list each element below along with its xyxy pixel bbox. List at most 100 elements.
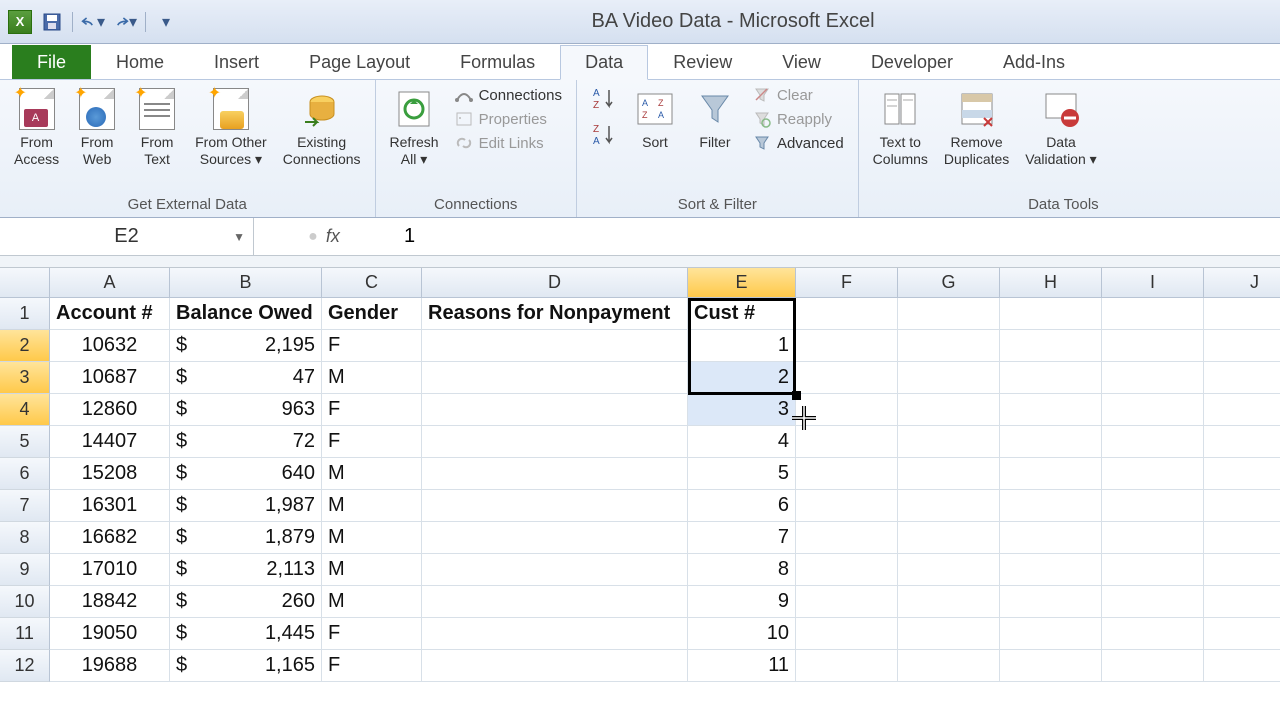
cell-D7[interactable] (422, 490, 688, 522)
sort-desc-button[interactable]: ZA (585, 120, 623, 150)
cell-H2[interactable] (1000, 330, 1102, 362)
cell-E9[interactable]: 8 (688, 554, 796, 586)
col-header-I[interactable]: I (1102, 268, 1204, 298)
row-header-7[interactable]: 7 (0, 490, 50, 522)
cell-F7[interactable] (796, 490, 898, 522)
formula-input[interactable]: 1 (394, 218, 1280, 255)
cell-A12[interactable]: 19688 (50, 650, 170, 682)
cell-G1[interactable] (898, 298, 1000, 330)
cell-A3[interactable]: 10687 (50, 362, 170, 394)
col-header-F[interactable]: F (796, 268, 898, 298)
cell-A2[interactable]: 10632 (50, 330, 170, 362)
name-box[interactable]: E2 ▼ (0, 218, 254, 255)
cell-C3[interactable]: M (322, 362, 422, 394)
cell-J6[interactable] (1204, 458, 1280, 490)
cell-C10[interactable]: M (322, 586, 422, 618)
cell-C11[interactable]: F (322, 618, 422, 650)
cell-J5[interactable] (1204, 426, 1280, 458)
col-header-A[interactable]: A (50, 268, 170, 298)
chevron-down-icon[interactable]: ▼ (233, 230, 245, 244)
cell-D1[interactable]: Reasons for Nonpayment (422, 298, 688, 330)
undo-icon[interactable]: ▾ (81, 10, 105, 34)
cell-D11[interactable] (422, 618, 688, 650)
cell-D2[interactable] (422, 330, 688, 362)
save-icon[interactable] (40, 10, 64, 34)
cell-J9[interactable] (1204, 554, 1280, 586)
row-header-11[interactable]: 11 (0, 618, 50, 650)
cell-G11[interactable] (898, 618, 1000, 650)
cell-A10[interactable]: 18842 (50, 586, 170, 618)
cell-H5[interactable] (1000, 426, 1102, 458)
col-header-E[interactable]: E (688, 268, 796, 298)
cell-A11[interactable]: 19050 (50, 618, 170, 650)
sort-button[interactable]: AZZA Sort (627, 84, 683, 155)
cell-J2[interactable] (1204, 330, 1280, 362)
col-header-B[interactable]: B (170, 268, 322, 298)
tab-insert[interactable]: Insert (189, 45, 284, 79)
cell-F3[interactable] (796, 362, 898, 394)
cell-I6[interactable] (1102, 458, 1204, 490)
cell-C8[interactable]: M (322, 522, 422, 554)
fx-icon[interactable]: fx (326, 226, 340, 247)
tab-view[interactable]: View (757, 45, 846, 79)
cell-H10[interactable] (1000, 586, 1102, 618)
row-header-2[interactable]: 2 (0, 330, 50, 362)
cell-H1[interactable] (1000, 298, 1102, 330)
cell-G4[interactable] (898, 394, 1000, 426)
cell-B12[interactable]: $1,165 (170, 650, 322, 682)
cell-D3[interactable] (422, 362, 688, 394)
cell-D12[interactable] (422, 650, 688, 682)
cell-F1[interactable] (796, 298, 898, 330)
row-header-8[interactable]: 8 (0, 522, 50, 554)
row-header-6[interactable]: 6 (0, 458, 50, 490)
col-header-D[interactable]: D (422, 268, 688, 298)
cell-B9[interactable]: $2,113 (170, 554, 322, 586)
cell-B10[interactable]: $260 (170, 586, 322, 618)
cell-C7[interactable]: M (322, 490, 422, 522)
cell-C2[interactable]: F (322, 330, 422, 362)
from-access-button[interactable]: ✦A From Access (8, 84, 65, 172)
connections-button[interactable]: Connections (449, 84, 568, 106)
refresh-all-button[interactable]: Refresh All ▾ (384, 84, 445, 172)
edit-links-button[interactable]: Edit Links (449, 132, 568, 154)
tab-formulas[interactable]: Formulas (435, 45, 560, 79)
tab-file[interactable]: File (12, 45, 91, 79)
cell-I1[interactable] (1102, 298, 1204, 330)
cell-H12[interactable] (1000, 650, 1102, 682)
row-header-12[interactable]: 12 (0, 650, 50, 682)
cell-I7[interactable] (1102, 490, 1204, 522)
row-header-4[interactable]: 4 (0, 394, 50, 426)
cell-H11[interactable] (1000, 618, 1102, 650)
properties-button[interactable]: Properties (449, 108, 568, 130)
cell-B8[interactable]: $1,879 (170, 522, 322, 554)
cell-H7[interactable] (1000, 490, 1102, 522)
cell-I3[interactable] (1102, 362, 1204, 394)
cell-E8[interactable]: 7 (688, 522, 796, 554)
cell-I11[interactable] (1102, 618, 1204, 650)
cell-G8[interactable] (898, 522, 1000, 554)
cell-J1[interactable] (1204, 298, 1280, 330)
cell-G10[interactable] (898, 586, 1000, 618)
cell-B11[interactable]: $1,445 (170, 618, 322, 650)
cell-A8[interactable]: 16682 (50, 522, 170, 554)
cell-G12[interactable] (898, 650, 1000, 682)
cell-G9[interactable] (898, 554, 1000, 586)
cell-B2[interactable]: $2,195 (170, 330, 322, 362)
cell-H3[interactable] (1000, 362, 1102, 394)
cell-H4[interactable] (1000, 394, 1102, 426)
cell-I4[interactable] (1102, 394, 1204, 426)
row-header-1[interactable]: 1 (0, 298, 50, 330)
cell-C12[interactable]: F (322, 650, 422, 682)
cell-D6[interactable] (422, 458, 688, 490)
cell-B1[interactable]: Balance Owed (170, 298, 322, 330)
cell-D4[interactable] (422, 394, 688, 426)
cell-A6[interactable]: 15208 (50, 458, 170, 490)
cell-A1[interactable]: Account # (50, 298, 170, 330)
from-other-sources-button[interactable]: ✦ From Other Sources ▾ (189, 84, 273, 172)
cell-J11[interactable] (1204, 618, 1280, 650)
cell-F4[interactable] (796, 394, 898, 426)
cell-C5[interactable]: F (322, 426, 422, 458)
cell-J3[interactable] (1204, 362, 1280, 394)
cell-I2[interactable] (1102, 330, 1204, 362)
col-header-H[interactable]: H (1000, 268, 1102, 298)
